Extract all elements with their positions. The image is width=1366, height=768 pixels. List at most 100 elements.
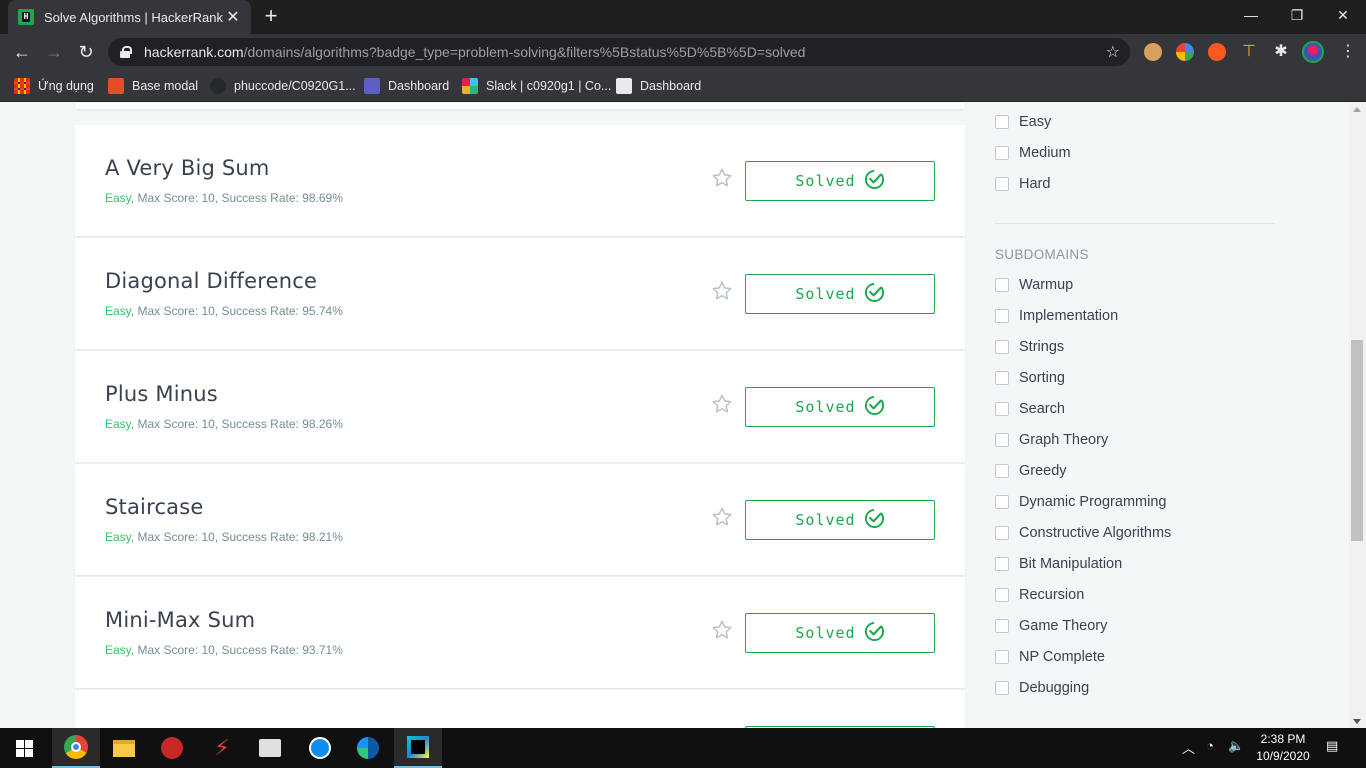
taskbar-clock[interactable]: 2:38 PM 10/9/2020 — [1252, 731, 1314, 765]
challenge-card[interactable]: Diagonal Difference Easy, Max Score: 10, … — [75, 238, 965, 350]
challenge-card[interactable]: Plus Minus Easy, Max Score: 10, Success R… — [75, 351, 965, 463]
subdomain-filter[interactable]: Implementation — [995, 306, 1118, 326]
checkbox[interactable] — [995, 681, 1009, 695]
menu-kebab-icon[interactable]: ⋮ — [1334, 38, 1362, 66]
folder-icon — [113, 739, 135, 757]
challenge-card-partial[interactable] — [75, 690, 965, 728]
taskbar-garena[interactable] — [148, 728, 196, 768]
taskbar-webstorm[interactable] — [394, 728, 442, 768]
volume-icon[interactable]: 🔈 — [1228, 738, 1244, 754]
challenge-card[interactable]: Mini-Max Sum Easy, Max Score: 10, Success… — [75, 577, 965, 689]
checkbox[interactable] — [995, 340, 1009, 354]
bookmark-dashboard-2[interactable]: Dashboard — [616, 76, 701, 96]
tray-chevron-up-icon[interactable]: ︿ — [1182, 738, 1195, 757]
challenge-title[interactable]: A Very Big Sum — [105, 156, 270, 180]
checkbox[interactable] — [995, 402, 1009, 416]
taskbar-edge[interactable] — [344, 728, 392, 768]
checkbox[interactable] — [995, 278, 1009, 292]
checkbox[interactable] — [995, 177, 1009, 191]
bookmark-dashboard-1[interactable]: Dashboard — [364, 76, 449, 96]
filter-hard[interactable]: Hard — [995, 174, 1050, 194]
checkbox[interactable] — [995, 526, 1009, 540]
subdomain-filter[interactable]: Constructive Algorithms — [995, 523, 1171, 543]
minimize-window-button[interactable]: — — [1228, 0, 1274, 32]
subdomain-filter[interactable]: Greedy — [995, 461, 1067, 481]
checkbox[interactable] — [995, 588, 1009, 602]
challenge-card[interactable]: Staircase Easy, Max Score: 10, Success Ra… — [75, 464, 965, 576]
bookmark-star-icon[interactable] — [711, 280, 733, 302]
forward-button[interactable]: → — [40, 38, 68, 66]
puzzle-extensions-icon[interactable]: ✱ — [1272, 43, 1290, 61]
address-bar[interactable]: hackerrank.com/domains/algorithms?badge_… — [108, 38, 1130, 66]
scroll-thumb[interactable] — [1351, 340, 1363, 541]
close-window-button[interactable]: ✕ — [1320, 0, 1366, 32]
subdomain-filter[interactable]: Search — [995, 399, 1065, 419]
wifi-icon[interactable]: ◔ — [1206, 738, 1214, 753]
subdomain-filter[interactable]: Game Theory — [995, 616, 1107, 636]
fire-extension-icon[interactable] — [1208, 43, 1226, 61]
subdomain-filter[interactable]: Recursion — [995, 585, 1084, 605]
taskbar-teamviewer[interactable] — [296, 728, 344, 768]
action-center-icon[interactable]: ▤ — [1326, 738, 1338, 754]
clock-date: 10/9/2020 — [1256, 749, 1310, 763]
filter-medium[interactable]: Medium — [995, 143, 1071, 163]
subdomain-filter[interactable]: Dynamic Programming — [995, 492, 1166, 512]
checkbox[interactable] — [995, 557, 1009, 571]
scroll-down-arrow-icon[interactable] — [1353, 719, 1361, 724]
new-tab-button[interactable]: + — [258, 4, 284, 30]
challenge-title[interactable]: Plus Minus — [105, 382, 218, 406]
filter-easy[interactable]: Easy — [995, 112, 1051, 132]
back-button[interactable]: ← — [8, 38, 36, 66]
bookmark-star-icon[interactable]: ☆ — [1106, 42, 1120, 62]
page-scrollbar[interactable] — [1349, 103, 1366, 728]
bookmark-star-icon[interactable] — [711, 506, 733, 528]
checkbox[interactable] — [995, 495, 1009, 509]
solved-button[interactable]: Solved — [745, 387, 935, 427]
checkbox[interactable] — [995, 433, 1009, 447]
subdomain-filter[interactable]: NP Complete — [995, 647, 1105, 667]
restore-window-button[interactable]: ❐ — [1274, 0, 1320, 32]
solved-button[interactable]: Solved — [745, 613, 935, 653]
checkbox[interactable] — [995, 309, 1009, 323]
color-extension-icon[interactable] — [1176, 43, 1194, 61]
subdomain-filter[interactable]: Graph Theory — [995, 430, 1108, 450]
profile-avatar[interactable] — [1302, 41, 1324, 63]
checkbox[interactable] — [995, 371, 1009, 385]
browser-tab[interactable]: H Solve Algorithms | HackerRank ✕ — [8, 0, 251, 34]
taskbar-unikey[interactable] — [246, 728, 294, 768]
taskbar-bolt-app[interactable]: ⚡ — [198, 728, 246, 768]
solved-button[interactable]: Solved — [745, 500, 935, 540]
subdomain-filter[interactable]: Debugging — [995, 678, 1089, 698]
challenge-title[interactable]: Mini-Max Sum — [105, 608, 255, 632]
checkbox[interactable] — [995, 115, 1009, 129]
taskbar-file-explorer[interactable] — [100, 728, 148, 768]
bookmark-star-icon[interactable] — [711, 167, 733, 189]
challenge-card[interactable]: A Very Big Sum Easy, Max Score: 10, Succe… — [75, 125, 965, 237]
subdomain-filter[interactable]: Sorting — [995, 368, 1065, 388]
solved-button[interactable]: Solved — [745, 274, 935, 314]
bookmark-star-icon[interactable] — [711, 619, 733, 641]
bookmark-base-modal[interactable]: Base modal — [108, 76, 198, 96]
start-button[interactable] — [0, 728, 48, 768]
reload-button[interactable]: ↻ — [72, 38, 100, 66]
taskbar-chrome[interactable] — [52, 728, 100, 768]
checkbox[interactable] — [995, 619, 1009, 633]
bookmark-github[interactable]: phuccode/C0920G1... — [210, 76, 356, 96]
bookmark-apps[interactable]: Ứng dụng — [14, 76, 94, 96]
subdomain-filter[interactable]: Bit Manipulation — [995, 554, 1122, 574]
scroll-up-arrow-icon[interactable] — [1353, 107, 1361, 112]
challenge-title[interactable]: Staircase — [105, 495, 204, 519]
checkbox[interactable] — [995, 146, 1009, 160]
check-circle-icon — [856, 282, 885, 307]
bookmark-star-icon[interactable] — [711, 393, 733, 415]
checkbox[interactable] — [995, 650, 1009, 664]
checkbox[interactable] — [995, 464, 1009, 478]
pin-extension-icon[interactable]: ⊤ — [1240, 43, 1258, 61]
bookmark-slack[interactable]: Slack | c0920g1 | Co... — [462, 76, 611, 96]
close-tab-icon[interactable]: ✕ — [225, 7, 241, 27]
subdomain-filter[interactable]: Strings — [995, 337, 1064, 357]
subdomain-filter[interactable]: Warmup — [995, 275, 1073, 295]
cookie-extension-icon[interactable] — [1144, 43, 1162, 61]
challenge-title[interactable]: Diagonal Difference — [105, 269, 317, 293]
solved-button[interactable]: Solved — [745, 161, 935, 201]
